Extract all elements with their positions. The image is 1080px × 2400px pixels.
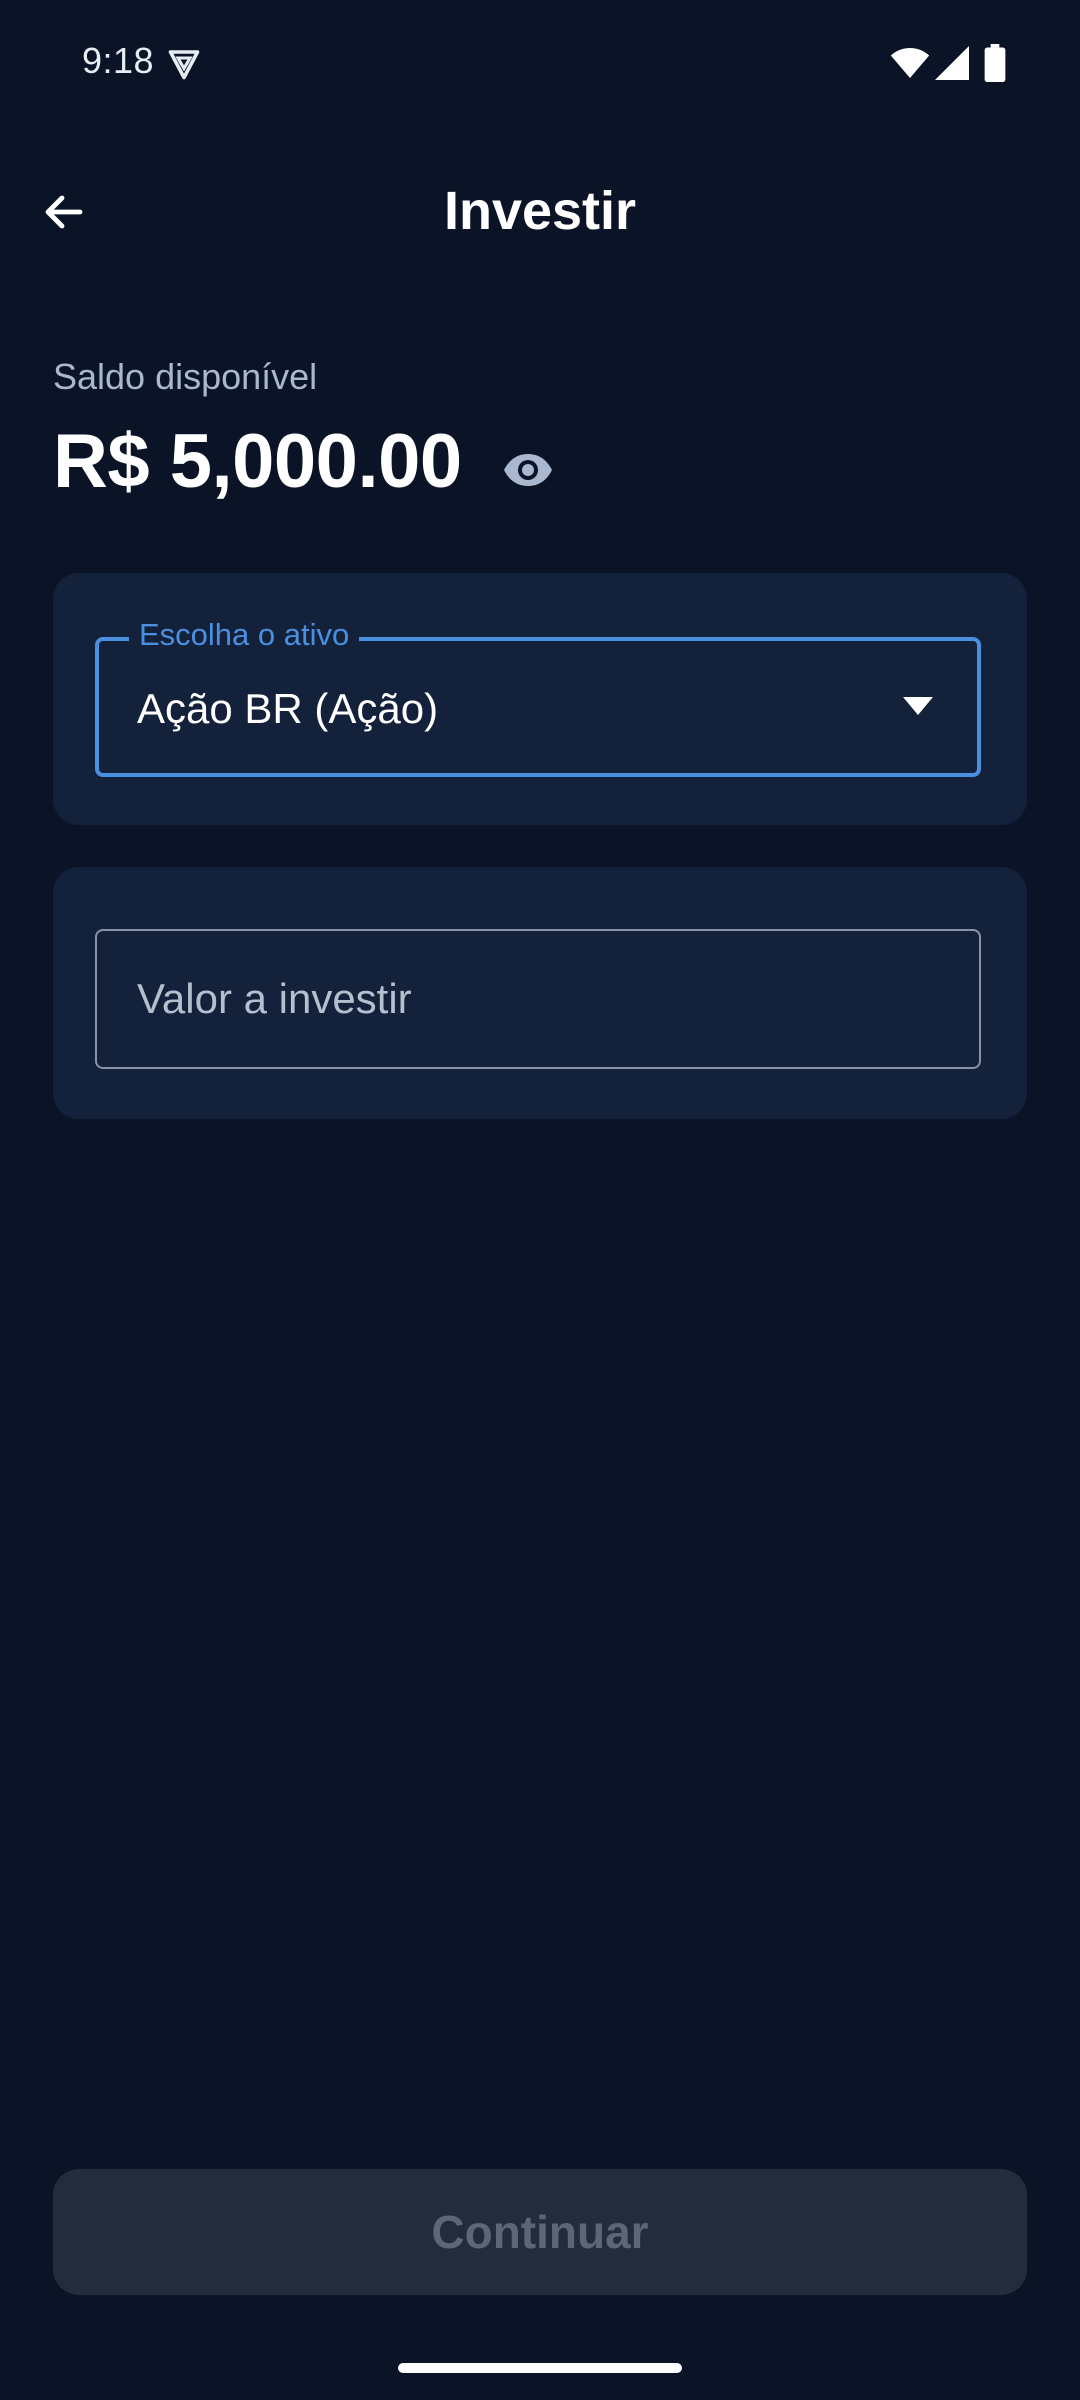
- invest-screen: 9:18 Investir Saldo disponível R$ 5,000.…: [0, 0, 1080, 2400]
- top-app-bar: Investir: [0, 150, 1080, 270]
- amount-input[interactable]: [97, 931, 979, 1067]
- cellular-signal-icon: [935, 46, 969, 80]
- page-title: Investir: [443, 181, 637, 241]
- asset-select-value: Ação BR (Ação): [137, 685, 439, 732]
- wifi-icon: [890, 48, 930, 78]
- caret-down-icon: [903, 697, 933, 715]
- balance-label: Saldo disponível: [53, 356, 318, 397]
- status-time: 9:18: [82, 40, 155, 81]
- balance-value: R$ 5,000.00: [53, 419, 462, 504]
- asset-select[interactable]: Escolha o ativo Ação BR (Ação): [95, 617, 981, 777]
- status-bar: 9:18: [0, 0, 1080, 128]
- vpn-shield-icon: [168, 50, 200, 80]
- asset-select-label: Escolha o ativo: [129, 617, 360, 653]
- amount-field[interactable]: [95, 929, 981, 1069]
- battery-icon: [984, 44, 1006, 82]
- eye-icon: [504, 454, 552, 486]
- asset-select-card: Escolha o ativo Ação BR (Ação): [53, 573, 1027, 825]
- continue-button[interactable]: Continuar: [53, 2169, 1027, 2295]
- amount-input-card: [53, 867, 1027, 1119]
- home-indicator[interactable]: [398, 2363, 682, 2373]
- toggle-balance-visibility-button[interactable]: [498, 440, 558, 500]
